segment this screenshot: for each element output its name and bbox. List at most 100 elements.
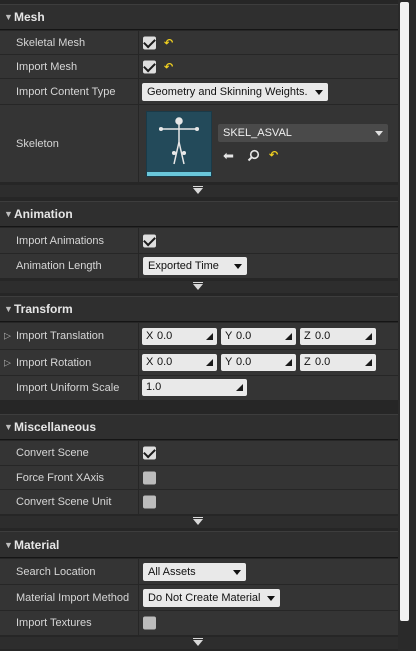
column-divider[interactable] xyxy=(138,441,139,465)
property-label: Convert Scene Unit xyxy=(16,496,112,508)
row-import-textures: Import Textures xyxy=(0,611,398,636)
thumbnail-accent-bar xyxy=(147,172,211,176)
expand-arrow-icon[interactable]: ▷ xyxy=(4,357,11,368)
skeleton-thumbnail[interactable] xyxy=(146,111,212,177)
expanded-arrow-icon: ▼ xyxy=(4,12,13,22)
column-divider[interactable] xyxy=(138,490,139,514)
collapse-advanced-icon xyxy=(193,517,203,525)
column-divider[interactable] xyxy=(138,31,139,54)
property-label: Import Rotation xyxy=(16,356,92,369)
translation-x-field[interactable]: X 0.0 xyxy=(142,328,217,345)
section-header-mesh[interactable]: ▼ Mesh xyxy=(0,4,398,30)
uniform-scale-field[interactable]: 1.0 xyxy=(142,379,247,396)
section-title: Transform xyxy=(14,302,73,316)
column-divider[interactable] xyxy=(138,228,139,253)
section-title: Animation xyxy=(14,207,73,221)
search-icon[interactable] xyxy=(247,149,260,162)
row-force-front-xaxis: Force Front XAxis xyxy=(0,466,398,490)
column-divider[interactable] xyxy=(138,466,139,489)
row-import-rotation: ▷ Import Rotation X 0.0 Y 0.0 Z 0.0 xyxy=(0,350,398,376)
rotation-y-field[interactable]: Y 0.0 xyxy=(221,354,296,371)
column-divider[interactable] xyxy=(138,55,139,78)
drag-handle-icon xyxy=(236,384,243,391)
rotation-z-field[interactable]: Z 0.0 xyxy=(300,354,376,371)
column-divider[interactable] xyxy=(138,323,139,349)
property-label: Skeleton xyxy=(16,137,59,150)
chevron-down-icon xyxy=(315,90,323,95)
details-panel: ▼ Mesh Skeletal Mesh ↶ Import Mesh ↶ Imp… xyxy=(0,0,398,651)
collapse-advanced-icon xyxy=(193,282,203,290)
drag-handle-icon xyxy=(285,333,292,340)
animation-length-dropdown[interactable]: Exported Time xyxy=(143,257,247,275)
dropdown-value: Geometry and Skinning Weights. xyxy=(147,86,308,98)
expanded-arrow-icon: ▼ xyxy=(4,539,13,550)
force-front-xaxis-checkbox[interactable] xyxy=(143,471,156,484)
drag-handle-icon xyxy=(206,333,213,340)
drag-handle-icon xyxy=(285,359,292,366)
property-label: Import Uniform Scale xyxy=(16,382,120,394)
reset-to-default-icon[interactable]: ↶ xyxy=(269,149,278,162)
reset-to-default-icon[interactable]: ↶ xyxy=(164,36,173,49)
import-textures-checkbox[interactable] xyxy=(143,616,156,630)
convert-scene-unit-checkbox[interactable] xyxy=(143,495,156,509)
search-location-dropdown[interactable]: All Assets xyxy=(143,563,246,581)
skeletal-mesh-checkbox[interactable] xyxy=(143,35,156,49)
arrow-left-icon[interactable]: ⬅ xyxy=(223,149,234,162)
scrollbar-thumb[interactable] xyxy=(400,2,409,621)
translation-z-field[interactable]: Z 0.0 xyxy=(300,328,376,345)
import-mesh-checkbox[interactable] xyxy=(143,59,156,73)
convert-scene-checkbox[interactable] xyxy=(143,445,156,460)
field-value: 0.0 xyxy=(236,356,252,368)
advanced-toggle-bar[interactable] xyxy=(0,185,398,197)
property-label: Import Translation xyxy=(16,330,105,342)
row-animation-length: Animation Length Exported Time xyxy=(0,254,398,279)
drag-handle-icon xyxy=(365,359,372,366)
row-import-uniform-scale: Import Uniform Scale 1.0 xyxy=(0,376,398,401)
property-label: Import Mesh xyxy=(16,60,78,73)
reset-to-default-icon[interactable]: ↶ xyxy=(164,60,173,73)
column-divider[interactable] xyxy=(138,105,139,182)
import-animations-checkbox[interactable] xyxy=(143,233,156,247)
property-label: Force Front XAxis xyxy=(16,471,105,484)
axis-label: Y xyxy=(225,356,233,368)
field-value: 0.0 xyxy=(236,330,252,342)
row-import-content-type: Import Content Type Geometry and Skinnin… xyxy=(0,79,398,105)
import-content-type-dropdown[interactable]: Geometry and Skinning Weights. xyxy=(142,83,328,101)
skeleton-figure-icon xyxy=(158,117,200,165)
section-header-animation[interactable]: ▼ Animation xyxy=(0,201,398,227)
material-import-method-dropdown[interactable]: Do Not Create Material xyxy=(143,589,280,607)
field-value: 0.0 xyxy=(315,356,331,368)
section-title: Material xyxy=(14,537,60,552)
property-label: Animation Length xyxy=(16,260,102,272)
dropdown-value: Exported Time xyxy=(148,260,219,272)
vertical-scrollbar[interactable] xyxy=(398,0,416,651)
column-divider[interactable] xyxy=(138,254,139,278)
advanced-toggle-bar[interactable] xyxy=(0,516,398,528)
column-divider[interactable] xyxy=(138,376,139,400)
column-divider[interactable] xyxy=(138,79,139,104)
row-convert-scene: Convert Scene xyxy=(0,441,398,466)
expanded-arrow-icon: ▼ xyxy=(4,304,13,314)
section-header-material[interactable]: ▼ Material xyxy=(0,531,398,558)
column-divider[interactable] xyxy=(138,611,139,635)
section-header-transform[interactable]: ▼ Transform xyxy=(0,296,398,322)
section-title: Mesh xyxy=(14,10,45,24)
expand-arrow-icon[interactable]: ▷ xyxy=(4,331,11,342)
advanced-toggle-bar[interactable] xyxy=(0,281,398,293)
column-divider[interactable] xyxy=(138,350,139,375)
dropdown-value: All Assets xyxy=(148,566,196,578)
rotation-x-field[interactable]: X 0.0 xyxy=(142,354,217,371)
expanded-arrow-icon: ▼ xyxy=(4,209,13,219)
row-search-location: Search Location All Assets xyxy=(0,559,398,585)
section-header-miscellaneous[interactable]: ▼ Miscellaneous xyxy=(0,414,398,440)
skeleton-asset-picker[interactable]: SKEL_ASVAL xyxy=(218,124,388,142)
expanded-arrow-icon: ▼ xyxy=(4,422,13,432)
axis-label: Z xyxy=(304,330,311,342)
property-label: Import Content Type xyxy=(16,85,116,98)
axis-label: Y xyxy=(225,330,233,342)
translation-y-field[interactable]: Y 0.0 xyxy=(221,328,296,345)
column-divider[interactable] xyxy=(138,559,139,584)
column-divider[interactable] xyxy=(138,585,139,610)
row-convert-scene-unit: Convert Scene Unit xyxy=(0,490,398,515)
advanced-toggle-bar[interactable] xyxy=(0,637,398,649)
